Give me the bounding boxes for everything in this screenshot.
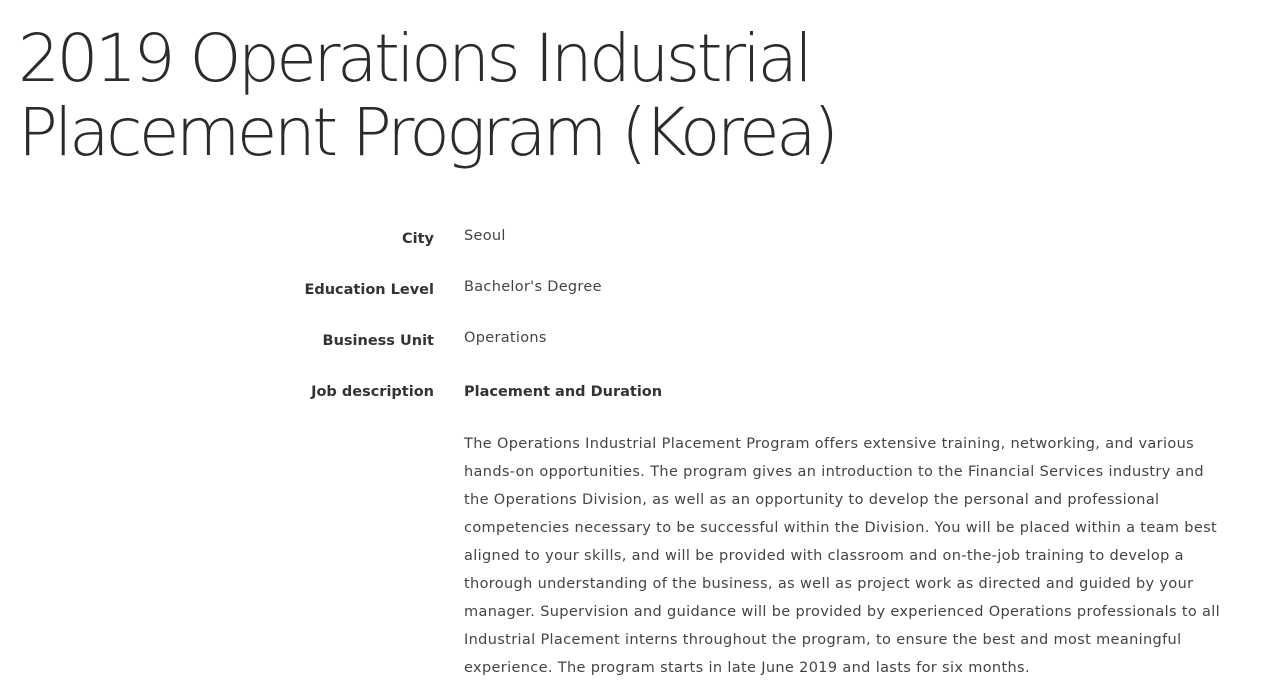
- business-unit-value: Operations: [464, 330, 547, 346]
- city-label: City: [402, 231, 434, 247]
- job-description-label: Job description: [311, 384, 434, 400]
- business-unit-label: Business Unit: [322, 333, 434, 349]
- education-level-label: Education Level: [304, 282, 434, 298]
- job-description-heading: Placement and Duration: [464, 384, 663, 400]
- job-details: City Seoul Education Level Bachelor's De…: [0, 228, 1274, 432]
- education-level-value: Bachelor's Degree: [464, 279, 602, 295]
- detail-row-city: City Seoul: [0, 228, 1274, 279]
- detail-row-education-level: Education Level Bachelor's Degree: [0, 279, 1274, 330]
- job-description-body: The Operations Industrial Placement Prog…: [464, 436, 1221, 676]
- page-title: 2019 Operations Industrial Placement Pro…: [18, 20, 839, 171]
- detail-row-job-description: Job description Placement and Duration: [0, 381, 1274, 432]
- detail-row-business-unit: Business Unit Operations: [0, 330, 1274, 381]
- city-value: Seoul: [464, 228, 506, 244]
